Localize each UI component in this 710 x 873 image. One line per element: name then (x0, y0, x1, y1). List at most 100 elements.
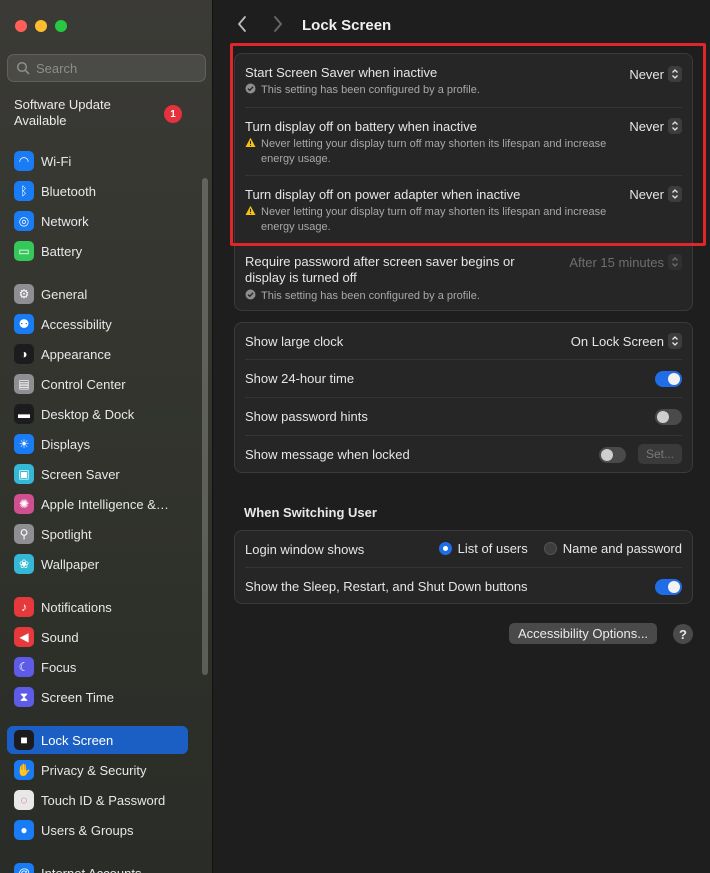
radio-name-and-password[interactable]: Name and password (543, 541, 682, 556)
main-pane: Lock Screen Start Screen Saver when inac… (214, 0, 710, 873)
login-window-radio-group: List of users Name and password (438, 541, 682, 556)
fingerprint-icon: ◌ (14, 790, 34, 810)
sidebar-item-displays[interactable]: ☀ Displays (7, 430, 188, 458)
radio-list-of-users[interactable]: List of users (438, 541, 528, 556)
set-message-button: Set... (637, 444, 682, 464)
sidebar-item-desktop-dock[interactable]: ▬ Desktop & Dock (7, 400, 188, 428)
sidebar-item-label: Control Center (41, 376, 126, 392)
display-power-note: Never letting your display turn off may … (261, 206, 607, 233)
sidebar-item-notifications[interactable]: ♪ Notifications (7, 593, 188, 621)
sidebar-item-network[interactable]: ◎ Network (7, 207, 188, 235)
display-battery-popup[interactable]: Never (629, 118, 682, 134)
sidebar-item-wi-fi[interactable]: ◠ Wi-Fi (7, 147, 188, 175)
search-icon (16, 61, 30, 75)
sidebar-item-lock-screen[interactable]: ■ Lock Screen (7, 726, 188, 754)
sidebar-item-label: Accessibility (41, 316, 112, 332)
sidebar-item-control-center[interactable]: ▤ Control Center (7, 370, 188, 398)
display-battery-row: Turn display off on battery when inactiv… (245, 119, 682, 167)
display-power-row: Turn display off on power adapter when i… (245, 187, 682, 235)
search-input[interactable] (36, 60, 186, 76)
at-icon: @ (14, 863, 34, 873)
sidebar-item-label: Screen Time (41, 689, 114, 705)
sidebar-item-screen-time[interactable]: ⧗ Screen Time (7, 683, 188, 711)
sidebar-item-wallpaper[interactable]: ❀ Wallpaper (7, 550, 188, 578)
require-password-row: Require password after screen saver begi… (245, 254, 532, 305)
flower-icon: ❀ (14, 554, 34, 574)
large-clock-popup[interactable]: On Lock Screen (571, 333, 682, 349)
control-center-icon: ▤ (14, 374, 34, 394)
profile-badge-icon (245, 83, 256, 99)
sidebar-item-bluetooth[interactable]: ᛒ Bluetooth (7, 177, 188, 205)
display-power-popup[interactable]: Never (629, 186, 682, 202)
sidebar-item-label: Focus (41, 659, 77, 675)
display-battery-label: Turn display off on battery when inactiv… (245, 119, 477, 134)
forward-chevron-icon[interactable] (272, 15, 284, 33)
sidebar-item-screen-saver[interactable]: ▣ Screen Saver (7, 460, 188, 488)
display-battery-value: Never (629, 118, 664, 134)
sidebar-item-general[interactable]: ⚙ General (7, 280, 188, 308)
sidebar-item-battery[interactable]: ▭ Battery (7, 237, 188, 265)
minimize-window-button[interactable] (35, 20, 47, 32)
battery-icon: ▭ (14, 241, 34, 261)
sidebar-item-focus[interactable]: ☾ Focus (7, 653, 188, 681)
sidebar-item-touch-id-password[interactable]: ◌ Touch ID & Password (7, 786, 188, 814)
password-hints-toggle[interactable] (655, 409, 682, 425)
sleep-buttons-toggle[interactable] (655, 579, 682, 595)
screen-saver-popup[interactable]: Never (629, 66, 682, 82)
users-icon: ● (14, 820, 34, 840)
sidebar-scrollbar[interactable] (202, 178, 208, 675)
sidebar-item-accessibility[interactable]: ⚉ Accessibility (7, 310, 188, 338)
sidebar-item-users-groups[interactable]: ● Users & Groups (7, 816, 188, 844)
screen-saver-label: Start Screen Saver when inactive (245, 65, 438, 80)
message-locked-toggle[interactable] (599, 447, 626, 463)
speaker-icon: ◀ (14, 627, 34, 647)
apple-intelligence-icon: ✺ (14, 494, 34, 514)
sidebar-item-label: Notifications (41, 599, 112, 615)
sidebar-item-label: Network (41, 213, 89, 229)
sleep-buttons-label: Show the Sleep, Restart, and Shut Down b… (245, 579, 528, 594)
search-field[interactable] (7, 54, 206, 82)
sidebar-item-label: Privacy & Security (41, 762, 147, 778)
magnifier-icon: ⚲ (14, 524, 34, 544)
hour24-toggle[interactable] (655, 371, 682, 387)
sidebar-item-appearance[interactable]: ◑ Appearance (7, 340, 188, 368)
close-window-button[interactable] (15, 20, 27, 32)
lock-settings-group: Start Screen Saver when inactive This se… (234, 53, 693, 311)
sidebar-item-label: Wi-Fi (41, 153, 72, 169)
require-password-label: Require password after screen saver begi… (245, 254, 515, 285)
back-chevron-icon[interactable] (236, 15, 248, 33)
help-button[interactable]: ? (673, 624, 693, 644)
sidebar-item-label: Internet Accounts (41, 865, 142, 873)
radio-unchecked-icon (543, 542, 557, 555)
wifi-icon: ◠ (14, 151, 34, 171)
software-update-item[interactable]: Software Update Available 1 (14, 97, 194, 129)
display-power-value: Never (629, 186, 664, 202)
warning-icon (245, 205, 256, 235)
divider (245, 359, 682, 360)
software-update-label: Software Update Available (14, 97, 111, 128)
radio-label: Name and password (562, 541, 682, 556)
divider (245, 175, 682, 176)
sidebar-item-label: Appearance (41, 346, 112, 362)
large-clock-value: On Lock Screen (570, 333, 664, 349)
sidebar-item-apple-intelligence[interactable]: ✺ Apple Intelligence &… (7, 490, 188, 518)
sidebar-item-internet-accounts[interactable]: @ Internet Accounts (7, 859, 188, 873)
sidebar-item-label: Displays (41, 436, 91, 452)
accessibility-options-button[interactable]: Accessibility Options... (509, 623, 658, 644)
sidebar-item-label: Spotlight (41, 526, 92, 542)
sun-icon: ☀ (14, 434, 34, 454)
warning-note: Never letting your display turn off may … (245, 137, 682, 167)
warning-icon (245, 137, 256, 167)
bluetooth-icon: ᛒ (14, 181, 34, 201)
page-title: Lock Screen (302, 17, 392, 34)
zoom-window-button[interactable] (55, 20, 67, 32)
sidebar-item-label: Screen Saver (41, 466, 120, 482)
updown-chevron-icon (668, 186, 682, 202)
sidebar-item-label: Users & Groups (41, 822, 134, 838)
sidebar-item-spotlight[interactable]: ⚲ Spotlight (7, 520, 188, 548)
screen-saver-icon: ▣ (14, 464, 34, 484)
screen-saver-row: Start Screen Saver when inactive This se… (245, 65, 682, 99)
sidebar-item-privacy-security[interactable]: ✋ Privacy & Security (7, 756, 188, 784)
screen-saver-note: This setting has been configured by a pr… (261, 84, 480, 96)
sidebar-item-sound[interactable]: ◀ Sound (7, 623, 188, 651)
